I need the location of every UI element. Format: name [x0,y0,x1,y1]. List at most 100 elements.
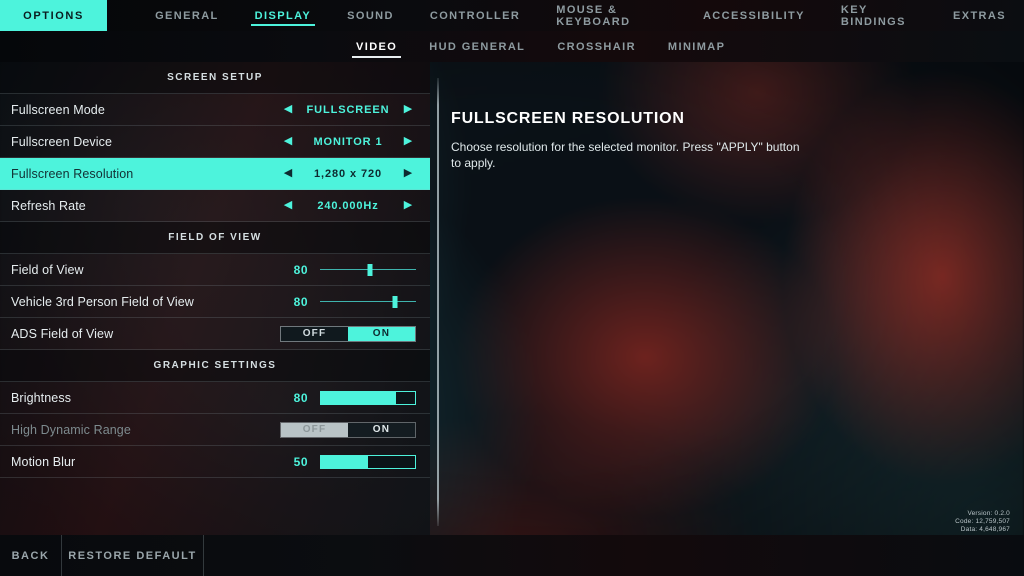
description-body: Choose resolution for the selected monit… [451,140,800,170]
nav-item-display[interactable]: DISPLAY [237,0,329,31]
toggle[interactable]: OFF ON [280,325,416,342]
chevron-right-icon[interactable]: ▶ [400,200,416,211]
slider[interactable] [320,295,416,309]
restore-default-button-label: RESTORE DEFAULT [68,549,197,562]
nav-item-label: DISPLAY [254,9,312,22]
chevron-left-icon[interactable]: ◀ [280,104,296,115]
nav-item-label: GENERAL [155,9,219,22]
subnav-item-label: MINIMAP [667,40,726,53]
progress-bar-control: 50 [280,454,430,469]
nav-item-label: SOUND [347,9,394,22]
version-info: Version: 0.2.0 Code: 12,759,507 Data: 4,… [955,510,1010,534]
options-tab-label: OPTIONS [23,9,84,22]
setting-row-label: Brightness [11,390,72,405]
subnav-item-video[interactable]: VIDEO [340,31,413,62]
settings-scrollbar[interactable] [437,78,439,526]
nav-item-general[interactable]: GENERAL [137,0,237,31]
nav-item-label: KEY BINDINGS [840,3,906,28]
setting-row[interactable]: Brightness 80 [0,382,430,414]
data-line: Data: 4,648,967 [960,526,1010,533]
setting-row-label: Fullscreen Device [11,134,113,149]
code-line: Code: 12,759,507 [955,518,1010,525]
setting-row[interactable]: Fullscreen Device ◀ MONITOR 1 ▶ [0,126,430,158]
chevron-right-icon[interactable]: ▶ [400,104,416,115]
subnav-item-hud-general[interactable]: HUD GENERAL [413,31,541,62]
slider-track [320,300,416,302]
setting-row-label: High Dynamic Range [11,422,131,437]
slider-control: 80 [280,263,430,277]
toggle-control: OFF ON [280,421,430,438]
setting-row[interactable]: Vehicle 3rd Person Field of View 80 [0,286,430,318]
stepper-control: ◀ 1,280 x 720 ▶ [280,168,430,180]
chevron-left-icon[interactable]: ◀ [280,168,296,179]
section-header: SCREEN SETUP [0,62,430,94]
slider-control: 80 [280,295,430,309]
options-tab[interactable]: OPTIONS [0,0,108,31]
setting-row[interactable]: Refresh Rate ◀ 240.000Hz ▶ [0,190,430,222]
setting-row-label: ADS Field of View [11,326,114,341]
setting-value: 1,280 x 720 [313,167,382,180]
chevron-left-icon[interactable]: ◀ [280,136,296,147]
slider[interactable] [320,263,416,277]
bar-value: 80 [293,390,308,405]
nav-item-label: CONTROLLER [429,9,521,22]
nav-item-mouse-keyboard[interactable]: MOUSE & KEYBOARD [538,0,685,31]
section-header: GRAPHIC SETTINGS [0,350,430,382]
nav-item-label: MOUSE & KEYBOARD [556,3,631,28]
setting-value: 240.000Hz [317,199,379,212]
setting-row[interactable]: Field of View 80 [0,254,430,286]
setting-row[interactable]: Motion Blur 50 [0,446,430,478]
setting-row[interactable]: ADS Field of View OFF ON [0,318,430,350]
toggle-option-off[interactable]: OFF [281,326,348,341]
chevron-left-icon[interactable]: ◀ [280,200,296,211]
nav-item-controller[interactable]: CONTROLLER [412,0,538,31]
nav-item-label: ACCESSIBILITY [702,9,805,22]
slider-handle[interactable] [392,295,398,308]
slider-value: 80 [293,262,308,277]
description-panel: FULLSCREEN RESOLUTION Choose resolution … [451,110,811,171]
version-line: Version: 0.2.0 [967,510,1010,517]
bar-value: 50 [293,454,308,469]
toggle-option-on[interactable]: ON [348,326,415,341]
back-button[interactable]: BACK [0,535,62,576]
nav-item-extras[interactable]: EXTRAS [935,0,1024,31]
back-button-label: BACK [11,549,50,562]
toggle[interactable]: OFF ON [280,421,416,438]
section-header: FIELD OF VIEW [0,222,430,254]
progress-bar[interactable] [320,390,416,405]
settings-panel: SCREEN SETUP Fullscreen Mode ◀ FULLSCREEN ▶ F… [0,62,430,535]
nav-item-key-bindings[interactable]: KEY BINDINGS [823,0,935,31]
stepper-control: ◀ 240.000Hz ▶ [280,200,430,212]
subnav-item-crosshair[interactable]: CROSSHAIR [541,31,652,62]
slider-value: 80 [293,294,308,309]
setting-value: MONITOR 1 [313,135,383,148]
setting-row-label: Motion Blur [11,454,76,469]
setting-row-label: Field of View [11,262,84,277]
chevron-right-icon[interactable]: ▶ [400,168,416,179]
top-navigation-bar: OPTIONS GENERAL DISPLAY SOUND CONTROLLER MOU… [0,0,1024,31]
setting-row-label: Vehicle 3rd Person Field of View [11,294,194,309]
setting-row-label: Fullscreen Mode [11,102,105,117]
stepper-control: ◀ FULLSCREEN ▶ [280,104,430,116]
setting-row-label: Fullscreen Resolution [11,166,134,181]
section-header-label: SCREEN SETUP [167,72,263,83]
nav-item-label: EXTRAS [952,9,1006,22]
progress-bar-fill [321,455,368,468]
setting-value: FULLSCREEN [306,103,390,116]
nav-item-accessibility[interactable]: ACCESSIBILITY [685,0,823,31]
slider-handle[interactable] [367,263,373,276]
subnav-item-label: HUD GENERAL [429,40,526,53]
setting-row[interactable]: Fullscreen Mode ◀ FULLSCREEN ▶ [0,94,430,126]
nav-item-sound[interactable]: SOUND [329,0,412,31]
setting-row[interactable]: High Dynamic Range OFF ON [0,414,430,446]
setting-row[interactable]: Fullscreen Resolution ◀ 1,280 x 720 ▶ [0,158,430,190]
subnav-item-minimap[interactable]: MINIMAP [652,31,741,62]
progress-bar[interactable] [320,454,416,469]
progress-bar-control: 80 [280,390,430,405]
description-title: FULLSCREEN RESOLUTION [451,110,685,127]
stepper-control: ◀ MONITOR 1 ▶ [280,136,430,148]
restore-default-button[interactable]: RESTORE DEFAULT [62,535,204,576]
toggle-option-on[interactable]: ON [348,422,415,437]
toggle-option-off[interactable]: OFF [281,422,348,437]
chevron-right-icon[interactable]: ▶ [400,136,416,147]
